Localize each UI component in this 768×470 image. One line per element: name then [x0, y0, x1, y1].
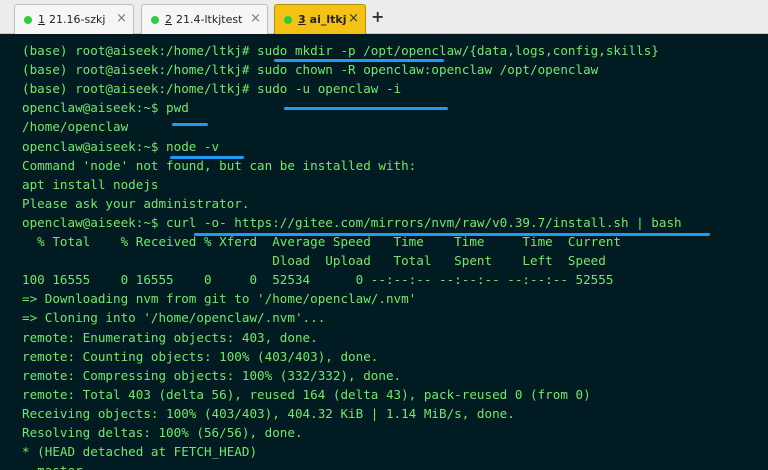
tab-label: ai_ltkj	[309, 13, 347, 26]
terminal-line: * (HEAD detached at FETCH_HEAD)	[22, 444, 258, 460]
tab-number: 3	[298, 13, 306, 26]
terminal-line: Command 'node' not found, but can be ins…	[22, 157, 417, 173]
terminal-line: Dload Upload Total Spent Left Speed	[22, 253, 606, 269]
terminal-line: (base) root@aiseek:/home/ltkj# sudo chow…	[22, 62, 599, 78]
highlight-underline	[284, 107, 448, 110]
session-status-icon	[151, 15, 159, 24]
terminal-line: => Cloning into '/home/openclaw/.nvm'...	[22, 310, 326, 326]
terminal-output[interactable]: (base) root@aiseek:/home/ltkj# sudo mkdi…	[0, 34, 768, 470]
highlight-underline	[172, 123, 208, 126]
tab-ai-ltkj[interactable]: 3 ai_ltkj ×	[274, 4, 366, 34]
session-status-icon	[24, 15, 32, 24]
terminal-line: /home/openclaw	[22, 119, 129, 135]
terminal-line: (base) root@aiseek:/home/ltkj# sudo mkdi…	[22, 43, 659, 58]
terminal-line: (base) root@aiseek:/home/ltkj# sudo -u o…	[22, 81, 402, 97]
terminal-line: 100 16555 0 16555 0 0 52534 0 --:--:-- -…	[22, 272, 614, 288]
terminal-line: Please ask your administrator.	[22, 195, 250, 211]
tab-21-4-ltkjtest[interactable]: 2 21.4-ltkjtest ×	[141, 4, 268, 34]
close-tab-icon[interactable]: ×	[348, 11, 359, 26]
terminal-line: remote: Counting objects: 100% (403/403)…	[22, 348, 379, 364]
add-tab-button[interactable]: +	[371, 7, 384, 26]
terminal-line: Resolving deltas: 100% (56/56), done.	[22, 425, 303, 440]
tab-number: 2	[165, 13, 172, 26]
terminal-line: % Total % Received % Xferd Average Speed…	[22, 234, 621, 249]
tab-number: 1	[38, 13, 45, 26]
tab-label: 21.16-szkj	[49, 13, 106, 26]
terminal-line: master	[22, 461, 83, 470]
close-tab-icon[interactable]: ×	[250, 11, 261, 26]
terminal-line: remote: Enumerating objects: 403, done.	[22, 329, 318, 345]
terminal-line: openclaw@aiseek:~$ pwd	[22, 100, 189, 116]
tab-bar: 1 21.16-szkj × 2 21.4-ltkjtest × 3 ai_lt…	[0, 0, 768, 34]
terminal-line: remote: Total 403 (delta 56), reused 164…	[22, 386, 591, 402]
terminal-line: => Downloading nvm from git to '/home/op…	[22, 291, 417, 307]
terminal-line: openclaw@aiseek:~$ node -v	[22, 138, 220, 154]
terminal-line: remote: Compressing objects: 100% (332/3…	[22, 367, 402, 383]
close-tab-icon[interactable]: ×	[116, 11, 127, 26]
terminal-line: openclaw@aiseek:~$ curl -o- https://gite…	[22, 214, 682, 230]
terminal-line: Receiving objects: 100% (403/403), 404.3…	[22, 405, 515, 421]
session-status-icon	[284, 15, 292, 24]
terminal-line: apt install nodejs	[22, 176, 159, 192]
tab-21-16-szkj[interactable]: 1 21.16-szkj ×	[14, 4, 134, 34]
tab-label: 21.4-ltkjtest	[176, 13, 243, 26]
